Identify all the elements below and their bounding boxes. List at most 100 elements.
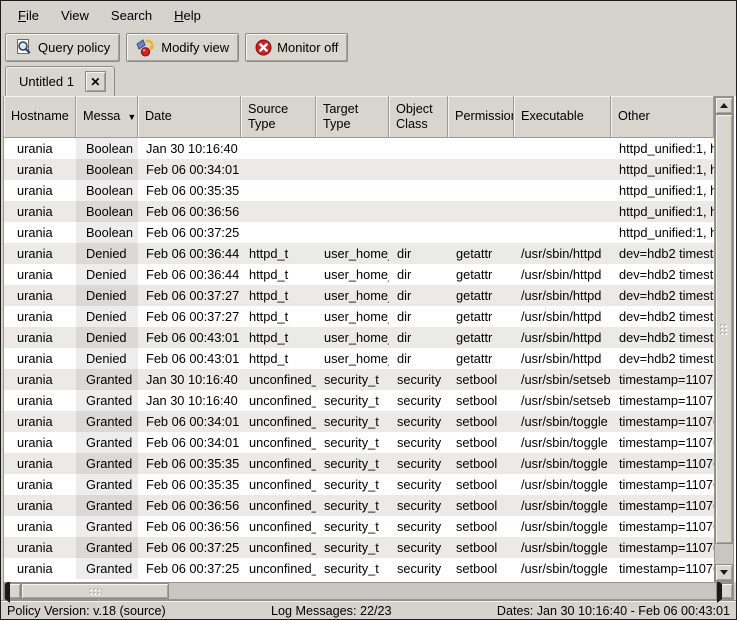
- tab-untitled-1[interactable]: Untitled 1 ✕: [5, 66, 115, 96]
- tab-close-button[interactable]: ✕: [85, 71, 106, 92]
- column-header-hostname[interactable]: Hostname: [4, 96, 76, 138]
- cell-object_class: dir: [389, 306, 448, 327]
- cell-hostname: urania: [4, 453, 76, 474]
- cell-object_class: dir: [389, 348, 448, 369]
- cell-hostname: urania: [4, 138, 76, 159]
- table-row[interactable]: uraniaGrantedFeb 06 00:35:35unconfined_s…: [4, 453, 714, 474]
- table-row[interactable]: uraniaBooleanFeb 06 00:34:01httpd_unifie…: [4, 159, 714, 180]
- cell-target_type: security_t: [316, 432, 389, 453]
- cell-hostname: urania: [4, 306, 76, 327]
- horizontal-scrollbar-track[interactable]: [21, 583, 716, 599]
- cell-target_type: user_home_: [316, 306, 389, 327]
- table-row[interactable]: uraniaBooleanJan 30 10:16:40httpd_unifie…: [4, 138, 714, 159]
- cell-object_class: [389, 138, 448, 159]
- cell-executable: [514, 222, 611, 243]
- column-header-permission[interactable]: Permission: [448, 96, 514, 138]
- table-row[interactable]: uraniaDeniedFeb 06 00:37:27httpd_tuser_h…: [4, 285, 714, 306]
- column-header-other[interactable]: Other: [611, 96, 714, 138]
- table-row[interactable]: uraniaGrantedFeb 06 00:35:35unconfined_s…: [4, 474, 714, 495]
- table-row[interactable]: uraniaGrantedFeb 06 00:37:25unconfined_s…: [4, 558, 714, 579]
- query-policy-button[interactable]: Query policy: [5, 33, 120, 62]
- column-header-message[interactable]: Messa▼: [76, 96, 138, 138]
- menu-help[interactable]: Help: [163, 6, 212, 25]
- cell-other: httpd_unified:1, h: [611, 201, 714, 222]
- cell-object_class: security: [389, 537, 448, 558]
- table-row[interactable]: uraniaGrantedFeb 06 00:37:25unconfined_s…: [4, 537, 714, 558]
- cell-other: timestamp=11076: [611, 537, 714, 558]
- column-header-date[interactable]: Date: [138, 96, 241, 138]
- close-icon: ✕: [90, 75, 100, 89]
- cell-target_type: user_home_: [316, 285, 389, 306]
- table-row[interactable]: uraniaDeniedFeb 06 00:43:01httpd_tuser_h…: [4, 348, 714, 369]
- arrow-up-icon: [720, 103, 728, 108]
- arrow-left-icon: [5, 580, 10, 603]
- cell-target_type: user_home_: [316, 243, 389, 264]
- cell-date: Feb 06 00:36:56: [138, 495, 241, 516]
- cell-target_type: security_t: [316, 558, 389, 579]
- cell-object_class: security: [389, 516, 448, 537]
- scroll-right-button[interactable]: [716, 583, 733, 599]
- table-row[interactable]: uraniaGrantedFeb 06 00:36:56unconfined_s…: [4, 495, 714, 516]
- cell-source_type: unconfined_: [241, 516, 316, 537]
- cell-message: Granted: [76, 537, 138, 558]
- cell-permission: setbool: [448, 453, 514, 474]
- monitor-off-button[interactable]: Monitor off: [245, 33, 348, 62]
- table-row[interactable]: uraniaGrantedFeb 06 00:34:01unconfined_s…: [4, 432, 714, 453]
- scroll-down-button[interactable]: [715, 564, 733, 581]
- vertical-scrollbar-track[interactable]: [715, 114, 733, 564]
- cell-executable: /usr/sbin/httpd: [514, 348, 611, 369]
- column-label-date: Date: [145, 109, 172, 124]
- column-header-executable[interactable]: Executable: [514, 96, 611, 138]
- cell-source_type: httpd_t: [241, 243, 316, 264]
- arrow-down-icon: [720, 570, 728, 575]
- column-label-other: Other: [618, 109, 650, 124]
- cell-permission: setbool: [448, 432, 514, 453]
- column-header-source_type[interactable]: Source Type: [241, 96, 316, 138]
- menu-view[interactable]: View: [50, 6, 100, 25]
- menu-search[interactable]: Search: [100, 6, 163, 25]
- cell-source_type: [241, 180, 316, 201]
- table-row[interactable]: uraniaGrantedFeb 06 00:34:01unconfined_s…: [4, 411, 714, 432]
- modify-view-button[interactable]: Modify view: [126, 33, 239, 62]
- table-row[interactable]: uraniaBooleanFeb 06 00:37:25httpd_unifie…: [4, 222, 714, 243]
- cell-hostname: urania: [4, 201, 76, 222]
- cell-object_class: [389, 159, 448, 180]
- cell-hostname: urania: [4, 495, 76, 516]
- scroll-up-button[interactable]: [715, 97, 733, 114]
- column-header-object_class[interactable]: Object Class: [389, 96, 448, 138]
- cell-hostname: urania: [4, 432, 76, 453]
- cell-message: Granted: [76, 390, 138, 411]
- horizontal-scrollbar[interactable]: [3, 582, 734, 600]
- table-row[interactable]: uraniaGrantedJan 30 10:16:40unconfined_s…: [4, 369, 714, 390]
- table-row[interactable]: uraniaDeniedFeb 06 00:43:01httpd_tuser_h…: [4, 327, 714, 348]
- cell-object_class: security: [389, 411, 448, 432]
- vertical-scrollbar-thumb[interactable]: [715, 114, 733, 544]
- cell-target_type: [316, 180, 389, 201]
- cell-object_class: dir: [389, 285, 448, 306]
- cell-source_type: unconfined_: [241, 390, 316, 411]
- table-row[interactable]: uraniaDeniedFeb 06 00:36:44httpd_tuser_h…: [4, 243, 714, 264]
- cell-source_type: [241, 138, 316, 159]
- cell-date: Jan 30 10:16:40: [138, 369, 241, 390]
- cell-other: timestamp=11076: [611, 474, 714, 495]
- table-row[interactable]: uraniaBooleanFeb 06 00:36:56httpd_unifie…: [4, 201, 714, 222]
- cell-object_class: dir: [389, 327, 448, 348]
- cell-message: Denied: [76, 264, 138, 285]
- column-header-target_type[interactable]: Target Type: [316, 96, 389, 138]
- table-row[interactable]: uraniaDeniedFeb 06 00:37:27httpd_tuser_h…: [4, 306, 714, 327]
- cell-date: Feb 06 00:34:01: [138, 159, 241, 180]
- cell-other: dev=hdb2 timesta: [611, 264, 714, 285]
- cell-object_class: dir: [389, 264, 448, 285]
- table-row[interactable]: uraniaDeniedFeb 06 00:36:44httpd_tuser_h…: [4, 264, 714, 285]
- table-row[interactable]: uraniaGrantedJan 30 10:16:40unconfined_s…: [4, 390, 714, 411]
- table-body: uraniaBooleanJan 30 10:16:40httpd_unifie…: [4, 138, 736, 579]
- scroll-left-button[interactable]: [4, 583, 21, 599]
- table-row[interactable]: uraniaBooleanFeb 06 00:35:35httpd_unifie…: [4, 180, 714, 201]
- vertical-scrollbar[interactable]: [714, 96, 734, 582]
- cell-target_type: security_t: [316, 516, 389, 537]
- table-row[interactable]: uraniaGrantedFeb 06 00:36:56unconfined_s…: [4, 516, 714, 537]
- horizontal-scrollbar-thumb[interactable]: [21, 583, 169, 599]
- menu-file[interactable]: File: [7, 6, 50, 25]
- cell-permission: setbool: [448, 558, 514, 579]
- cell-target_type: user_home_: [316, 348, 389, 369]
